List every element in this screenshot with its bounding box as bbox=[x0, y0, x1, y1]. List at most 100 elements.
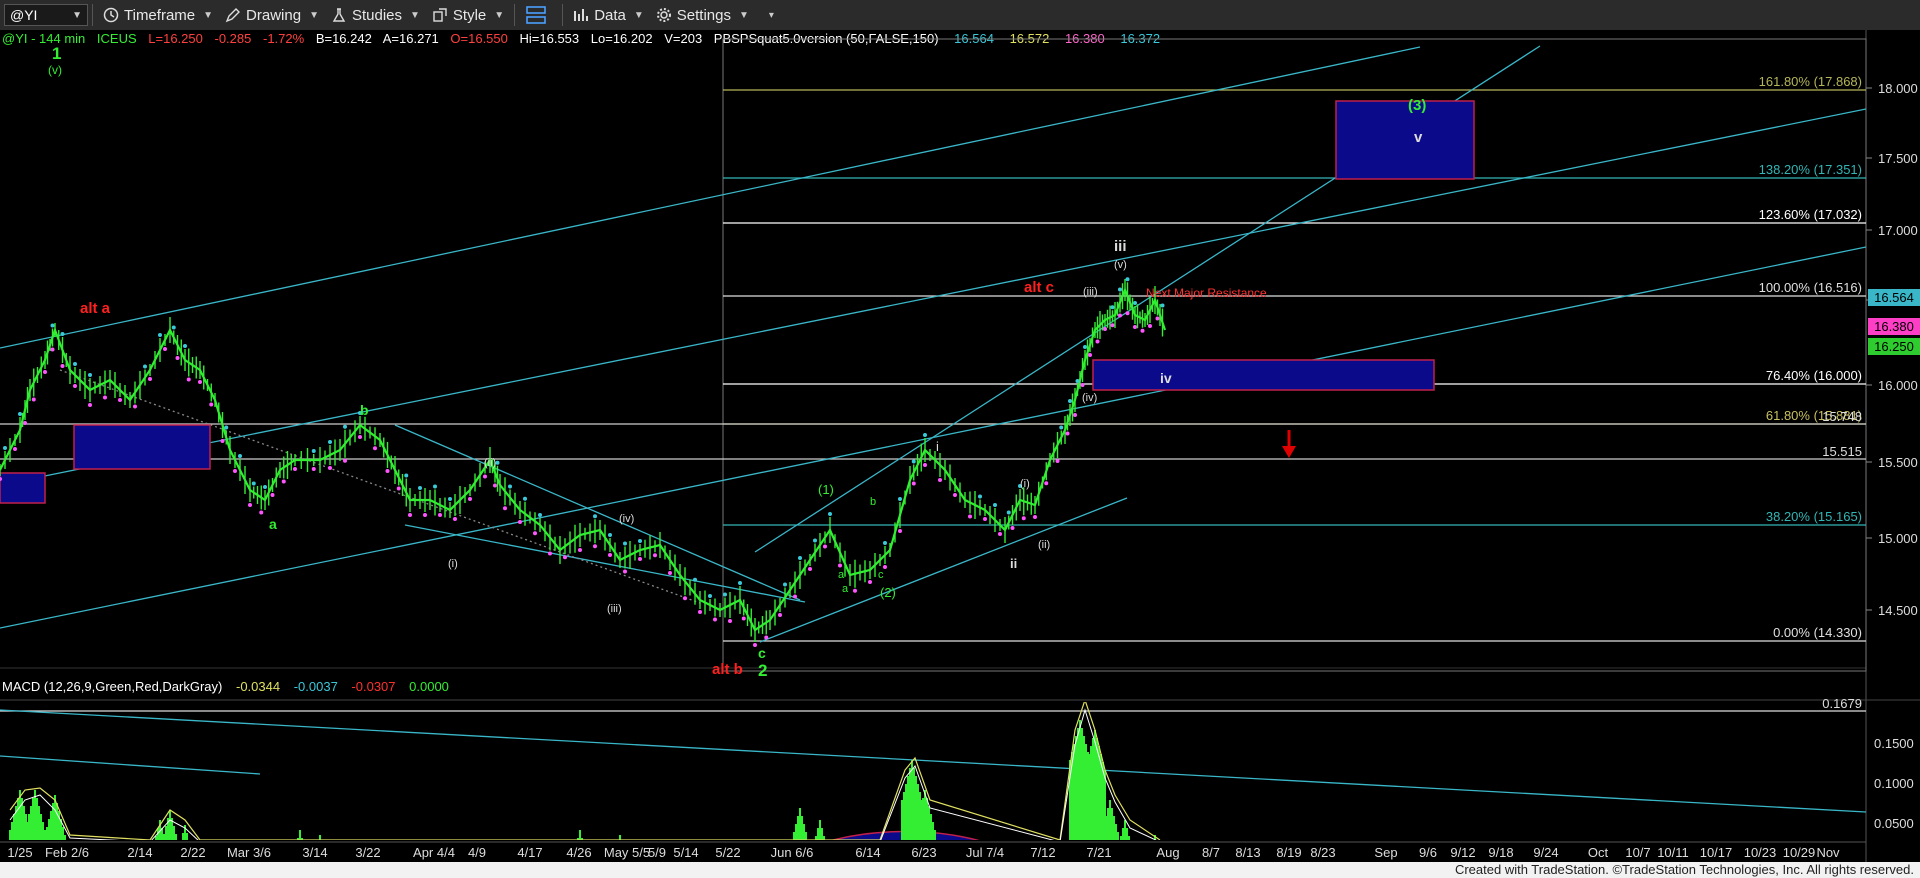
signal-dot bbox=[3, 446, 7, 450]
time-label: 6/14 bbox=[855, 845, 880, 860]
label-wave-1: 1 bbox=[52, 44, 61, 63]
time-label: 5/14 bbox=[673, 845, 698, 860]
signal-dot bbox=[263, 485, 267, 489]
signal-dot bbox=[311, 467, 316, 471]
bar-chart-icon bbox=[574, 9, 589, 21]
signal-dot bbox=[453, 517, 457, 521]
label-resistance: Next Major Resistance bbox=[1146, 286, 1267, 300]
signal-dot bbox=[653, 553, 657, 558]
label-three-paren: (3) bbox=[1408, 97, 1426, 114]
signal-dot bbox=[143, 364, 147, 369]
fib-label: 123.60% (17.032) bbox=[1759, 207, 1862, 222]
studies-label: Studies bbox=[351, 6, 403, 24]
label-wave-a: a bbox=[269, 516, 277, 532]
time-label: 3/22 bbox=[355, 845, 380, 860]
chart-area[interactable]: @YI - 144 min ICEUS L=16.250 -0.285 -1.7… bbox=[0, 30, 1920, 862]
label-sub-a1: a bbox=[838, 569, 845, 581]
time-label: 4/26 bbox=[566, 845, 591, 860]
signal-dot bbox=[838, 563, 842, 568]
time-label: Apr 4/4 bbox=[413, 845, 455, 860]
signal-dot bbox=[593, 514, 597, 519]
time-label: Oct bbox=[1588, 845, 1609, 860]
signal-dot bbox=[993, 503, 997, 507]
style-menu[interactable]: Style ▼ bbox=[426, 3, 510, 27]
open-price: O=16.550 bbox=[450, 31, 507, 46]
signal-dot bbox=[198, 380, 202, 384]
signal-dot bbox=[911, 481, 916, 486]
signal-dot bbox=[808, 567, 812, 571]
separator bbox=[92, 4, 93, 26]
label-ii-paren: (ii) bbox=[484, 457, 496, 469]
symbol-selector[interactable]: @YI ▼ bbox=[4, 4, 88, 26]
toolbar: @YI ▼ Timeframe ▼ Drawing ▼ Studies ▼ St… bbox=[0, 0, 1920, 31]
signal-dot bbox=[186, 377, 191, 382]
signal-dot bbox=[853, 588, 857, 593]
time-label: 10/29 bbox=[1783, 845, 1816, 860]
chevron-down-icon: ▼ bbox=[72, 9, 82, 21]
signal-dot bbox=[798, 556, 802, 560]
footer-text: Created with TradeStation. ©TradeStation… bbox=[1454, 862, 1914, 877]
timeframe-menu[interactable]: Timeframe ▼ bbox=[97, 3, 219, 27]
label-sub-b: b bbox=[870, 496, 876, 508]
time-label: 5/22 bbox=[715, 845, 740, 860]
signal-dot bbox=[251, 481, 256, 486]
time-label: 5/9 bbox=[648, 845, 666, 860]
time-label: 8/19 bbox=[1276, 845, 1301, 860]
macd-tick-label: 0.1000 bbox=[1874, 776, 1914, 791]
signal-dot bbox=[793, 594, 797, 599]
label-alt-a: alt a bbox=[80, 300, 111, 317]
target-box-iv bbox=[1092, 359, 1435, 391]
signal-dot bbox=[1033, 515, 1037, 519]
signal-dot bbox=[23, 421, 27, 425]
high-price: Hi=16.553 bbox=[520, 31, 580, 46]
label-iv-plain: iv bbox=[1160, 370, 1172, 386]
signal-dot bbox=[683, 596, 687, 601]
signal-dot bbox=[1073, 413, 1077, 417]
signal-dot bbox=[978, 494, 982, 499]
chevron-down-icon: ▼ bbox=[309, 9, 319, 21]
signal-dot bbox=[503, 506, 507, 511]
time-label: 2/14 bbox=[127, 845, 152, 860]
studies-menu[interactable]: Studies ▼ bbox=[325, 3, 426, 27]
time-label: 9/24 bbox=[1533, 845, 1558, 860]
signal-dot bbox=[209, 402, 214, 407]
signal-dot bbox=[578, 548, 582, 552]
flask-icon bbox=[332, 8, 346, 22]
signal-dot bbox=[608, 553, 612, 557]
signal-dot bbox=[224, 425, 229, 430]
label-sub-a2: a bbox=[842, 583, 849, 595]
chevron-down-icon: ▼ bbox=[494, 9, 505, 21]
signal-dot bbox=[1095, 339, 1100, 344]
label-v-paren2: (v) bbox=[1114, 259, 1127, 271]
settings-menu[interactable]: Settings ▼ bbox=[650, 3, 755, 27]
signal-dot bbox=[911, 459, 916, 464]
signal-dot bbox=[1125, 311, 1130, 316]
separator bbox=[514, 4, 516, 26]
chart-svg[interactable]: @YI - 144 min ICEUS L=16.250 -0.285 -1.7… bbox=[0, 30, 1920, 862]
volume: V=203 bbox=[664, 31, 702, 46]
signal-dot bbox=[43, 370, 47, 374]
pencil-icon bbox=[225, 8, 241, 23]
fib-label: 138.20% (17.351) bbox=[1759, 162, 1862, 177]
signal-dot bbox=[738, 581, 742, 585]
signal-dot bbox=[1055, 459, 1060, 463]
layout-icon bbox=[526, 6, 546, 24]
more-menu[interactable]: ▾ bbox=[755, 3, 780, 27]
signal-dot bbox=[418, 486, 422, 490]
macd-value-4: 0.0000 bbox=[409, 679, 449, 694]
signal-dot bbox=[358, 435, 362, 439]
signal-dot bbox=[1065, 431, 1070, 436]
data-menu[interactable]: Data ▼ bbox=[567, 3, 650, 27]
label-v-top: (v) bbox=[48, 63, 62, 77]
time-label: Jun 6/6 bbox=[771, 845, 814, 860]
drawing-menu[interactable]: Drawing ▼ bbox=[219, 3, 325, 27]
last-price: L=16.250 bbox=[148, 31, 203, 46]
signal-dot bbox=[88, 403, 92, 407]
signal-dot bbox=[423, 513, 427, 517]
low-price: Lo=16.202 bbox=[591, 31, 653, 46]
layout-button[interactable] bbox=[519, 3, 558, 27]
footer: Created with TradeStation. ©TradeStation… bbox=[0, 862, 1920, 878]
signal-dot bbox=[608, 533, 612, 537]
signal-dot bbox=[293, 467, 297, 471]
time-label: 2/22 bbox=[180, 845, 205, 860]
